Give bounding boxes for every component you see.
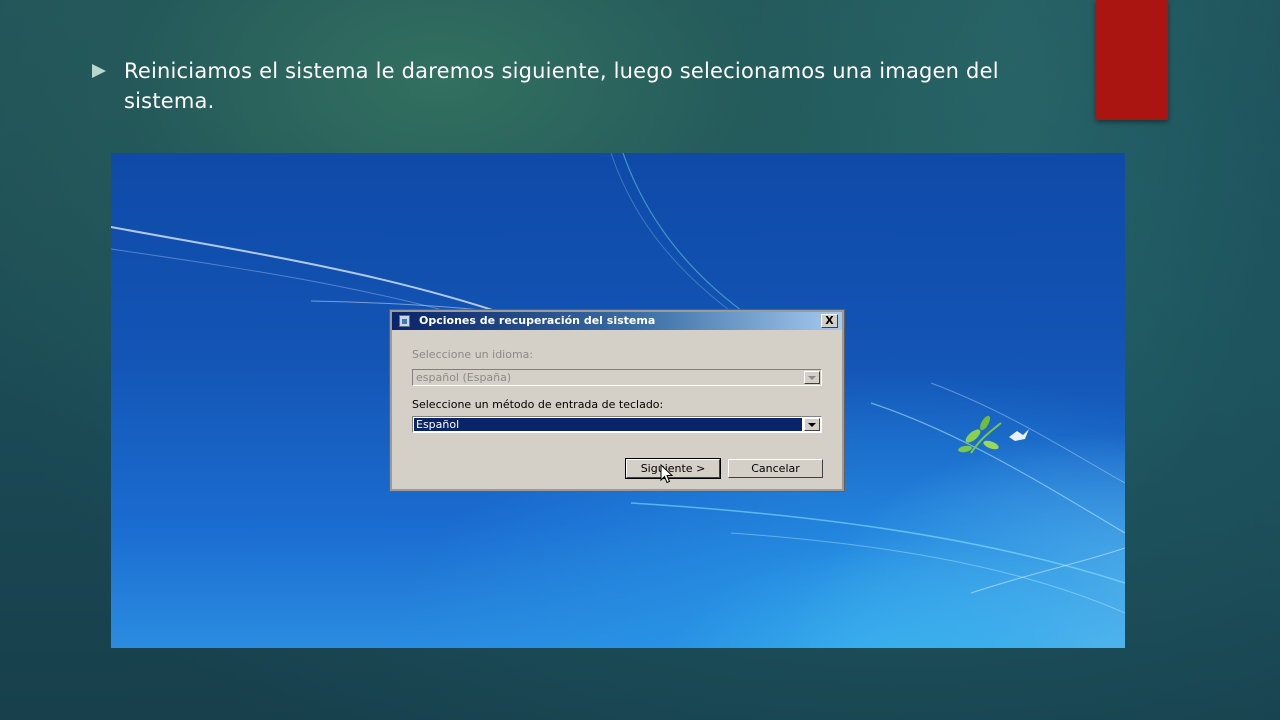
keyboard-select[interactable]: Español <box>412 416 822 433</box>
leaf-decoration <box>958 415 1002 454</box>
mouse-cursor-icon <box>660 464 674 484</box>
cancel-button[interactable]: Cancelar <box>728 459 823 478</box>
dialog-title: Opciones de recuperación del sistema <box>419 314 656 327</box>
red-accent-tab <box>1096 0 1168 120</box>
language-label: Seleccione un idioma: <box>412 348 534 361</box>
close-icon: X <box>825 314 834 327</box>
bird-decoration <box>1009 429 1029 441</box>
language-select-value: español (España) <box>416 371 512 384</box>
close-button[interactable]: X <box>821 314 838 328</box>
language-dropdown-button[interactable] <box>804 371 820 384</box>
chevron-down-icon <box>808 423 816 427</box>
bullet-text: Reiniciamos el sistema le daremos siguie… <box>124 59 999 113</box>
keyboard-label: Seleccione un método de entrada de tecla… <box>412 398 664 411</box>
keyboard-select-value: Español <box>414 418 802 431</box>
dialog-titlebar[interactable]: Opciones de recuperación del sistema X <box>392 312 842 330</box>
recovery-options-dialog: Opciones de recuperación del sistema X S… <box>390 310 844 491</box>
windows-screenshot: Opciones de recuperación del sistema X S… <box>111 153 1125 648</box>
triangle-bullet-icon <box>92 64 106 78</box>
language-select[interactable]: español (España) <box>412 369 822 386</box>
chevron-down-icon <box>808 376 816 380</box>
system-recovery-icon <box>399 315 410 327</box>
keyboard-dropdown-button[interactable] <box>804 418 820 431</box>
